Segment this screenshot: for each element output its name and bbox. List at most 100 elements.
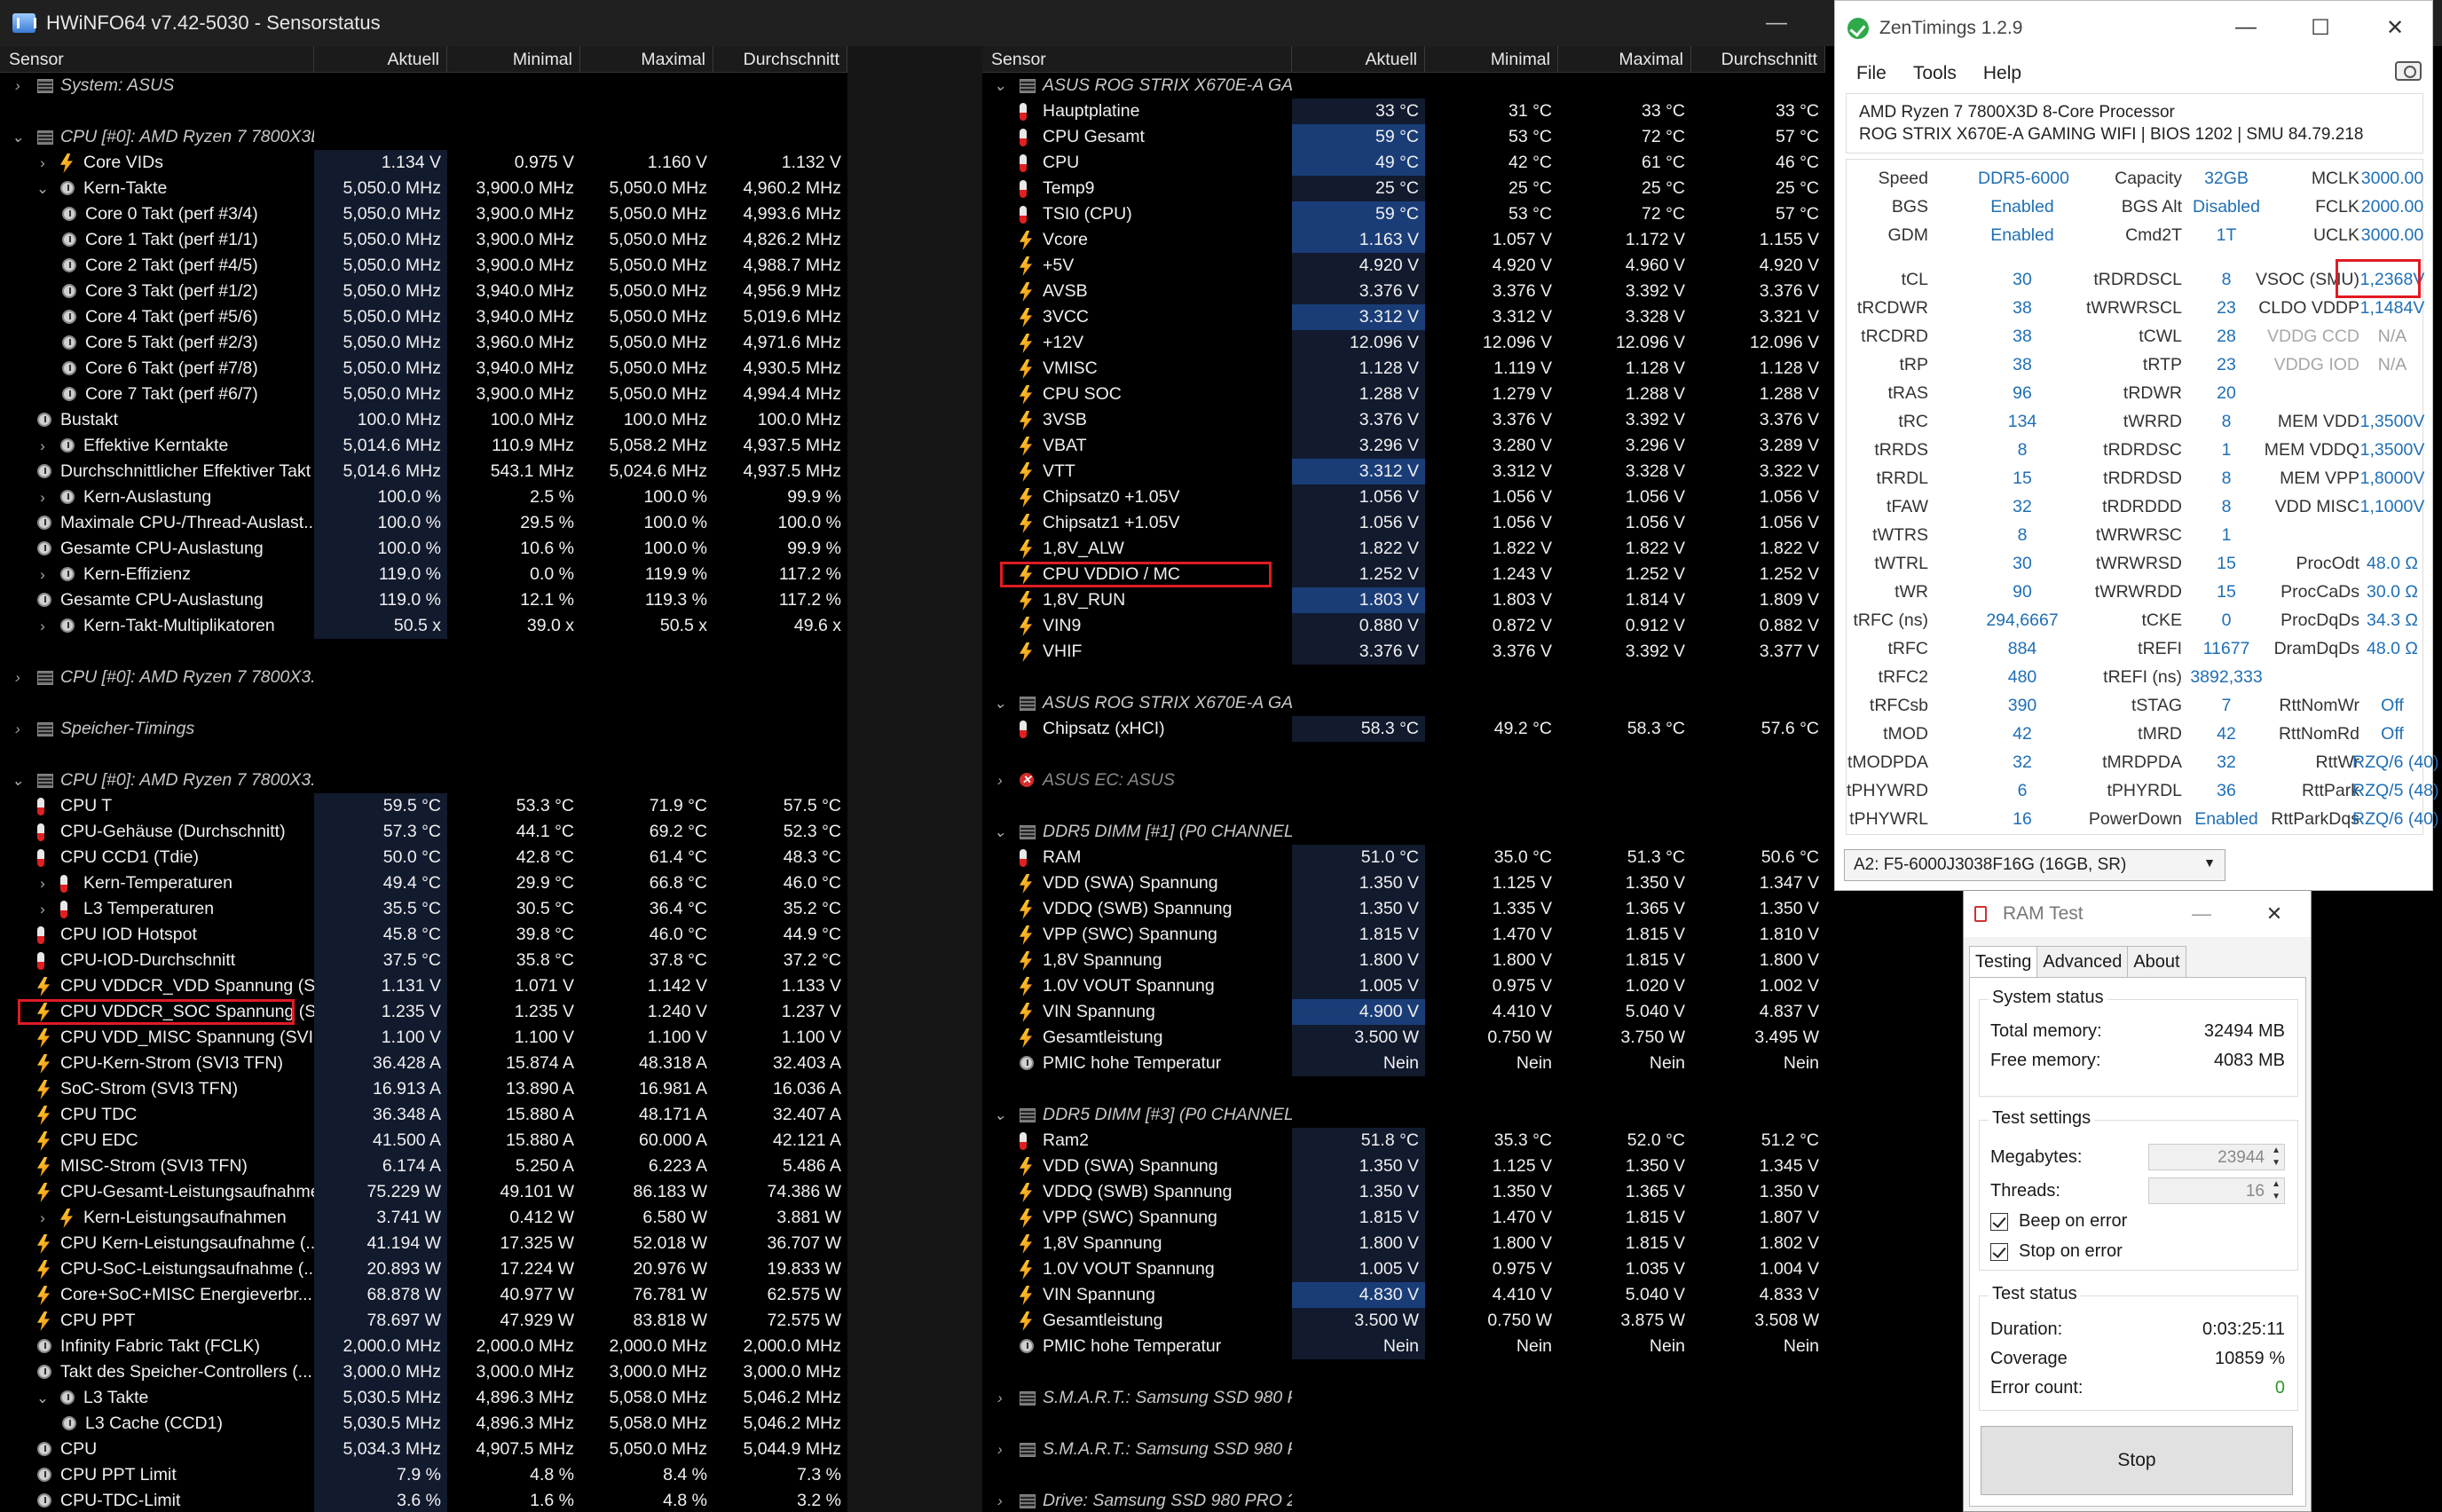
sensor-row[interactable]: CPU VDD_MISC Spannung (SVI... 1.100 V 1.10… — [0, 1025, 847, 1051]
sensor-row[interactable]: › L3 Temperaturen 35.5 °C 30.5 °C 36.4 °C 35.… — [0, 896, 847, 922]
sensor-row[interactable]: › Kern-Leistungsaufnahmen 3.741 W 0.412 W 6.… — [0, 1205, 847, 1231]
sensor-row[interactable]: Gesamtleistung 3.500 W 0.750 W 3.875 W 3.508… — [982, 1308, 1825, 1334]
sensor-row[interactable]: VDDQ (SWB) Spannung 1.350 V 1.335 V 1.365 V… — [982, 896, 1825, 922]
sensor-group[interactable]: ⌄ CPU [#0]: AMD Ryzen 7 7800X3D — [0, 124, 847, 150]
minimize-icon[interactable]: — — [1766, 11, 1787, 35]
zentimings-titlebar[interactable]: ZenTimings 1.2.9 — ☐ ✕ — [1835, 1, 2432, 56]
expand-chevron-icon[interactable]: › — [34, 1205, 51, 1231]
sensor-row[interactable]: VPP (SWC) Spannung 1.815 V 1.470 V 1.815 V 1… — [982, 922, 1825, 948]
sensor-row[interactable]: VMISC 1.128 V 1.119 V 1.128 V 1.128 V — [982, 356, 1825, 382]
minimize-icon[interactable]: — — [2165, 891, 2238, 937]
sensor-row[interactable]: 1,8V_RUN 1.803 V 1.803 V 1.814 V 1.809 V — [982, 587, 1825, 613]
sensor-row[interactable]: Core 2 Takt (perf #4/5) 5,050.0 MHz 3,900.… — [0, 253, 847, 279]
sensor-group[interactable]: ⌄ CPU [#0]: AMD Ryzen 7 7800X3... — [0, 768, 847, 793]
sensor-row[interactable]: CPU 5,034.3 MHz 4,907.5 MHz 5,050.0 MHz 5,04… — [0, 1437, 847, 1462]
sensor-row[interactable]: › Core VIDs 1.134 V 0.975 V 1.160 V 1.132 V — [0, 150, 847, 176]
tab-testing[interactable]: Testing — [1969, 946, 2038, 978]
column-header-0[interactable]: Sensor — [0, 46, 314, 72]
column-header-left[interactable]: Sensor Aktuell Minimal Maximal Durchschnitt — [0, 46, 847, 73]
sensor-row[interactable]: VDD (SWA) Spannung 1.350 V 1.125 V 1.350 V 1… — [982, 1154, 1825, 1179]
column-header-4[interactable]: Durchschnitt — [713, 46, 847, 72]
collapse-chevron-icon[interactable]: ⌄ — [9, 124, 27, 150]
expand-chevron-icon[interactable]: › — [34, 484, 51, 510]
column-header-1[interactable]: Aktuell — [1292, 46, 1425, 72]
menu-tools[interactable]: Tools — [1913, 63, 1957, 84]
sensor-row[interactable]: PMIC hohe Temperatur Nein Nein Nein Nein — [982, 1051, 1825, 1076]
sensor-row[interactable]: VPP (SWC) Spannung 1.815 V 1.470 V 1.815 V 1… — [982, 1205, 1825, 1231]
column-header-3[interactable]: Maximal — [1558, 46, 1691, 72]
expand-chevron-icon[interactable]: › — [34, 870, 51, 896]
expand-chevron-icon[interactable]: › — [991, 1488, 1009, 1512]
sensor-row[interactable]: CPU EDC 41.500 A 15.880 A 60.000 A 42.121 A — [0, 1128, 847, 1154]
sensor-row[interactable]: Core 6 Takt (perf #7/8) 5,050.0 MHz 3,940.… — [0, 356, 847, 382]
sensor-row[interactable]: CPU CCD1 (Tdie) 50.0 °C 42.8 °C 61.4 °C 48.3… — [0, 845, 847, 870]
ramtest-titlebar[interactable]: RAM Test — ✕ — [1964, 891, 2311, 937]
column-header-4[interactable]: Durchschnitt — [1691, 46, 1825, 72]
collapse-chevron-icon[interactable]: ⌄ — [34, 1385, 51, 1411]
stop-on-error-checkbox[interactable] — [1990, 1243, 2008, 1261]
sensor-row[interactable]: SoC-Strom (SVI3 TFN) 16.913 A 13.890 A 16.9… — [0, 1076, 847, 1102]
sensor-row[interactable]: +12V 12.096 V 12.096 V 12.096 V 12.096 V — [982, 330, 1825, 356]
close-icon[interactable]: ✕ — [2358, 1, 2432, 54]
sensor-row[interactable]: Bustakt 100.0 MHz 100.0 MHz 100.0 MHz 100.0 … — [0, 407, 847, 433]
sensor-row[interactable]: 1,8V_ALW 1.822 V 1.822 V 1.822 V 1.822 V — [982, 536, 1825, 562]
sensor-group[interactable]: ⌄ ASUS ROG STRIX X670E-A GAMI... — [982, 73, 1825, 98]
sensor-row[interactable]: CPU-IOD-Durchschnitt 37.5 °C 35.8 °C 37.8 °… — [0, 948, 847, 973]
expand-chevron-icon[interactable]: › — [991, 1385, 1009, 1411]
sensor-group[interactable]: › ✕ ASUS EC: ASUS — [982, 768, 1825, 793]
sensor-row[interactable]: CPU VDDCR_VDD Spannung (S... 1.131 V 1.071… — [0, 973, 847, 999]
column-header-right[interactable]: Sensor Aktuell Minimal Maximal Durchschnitt — [982, 46, 1825, 73]
sensor-row[interactable]: L3 Cache (CCD1) 5,030.5 MHz 4,896.3 MHz 5,0… — [0, 1411, 847, 1437]
sensor-row[interactable]: › Effektive Kerntakte 5,014.6 MHz 110.9 MHz… — [0, 433, 847, 459]
sensor-row[interactable]: Core 3 Takt (perf #1/2) 5,050.0 MHz 3,940.… — [0, 279, 847, 304]
sensor-row[interactable]: VIN Spannung 4.830 V 4.410 V 5.040 V 4.833 V — [982, 1282, 1825, 1308]
sensor-row[interactable]: Infinity Fabric Takt (FCLK) 2,000.0 MHz 2,… — [0, 1334, 847, 1359]
sensor-row[interactable]: CPU T 59.5 °C 53.3 °C 71.9 °C 57.5 °C — [0, 793, 847, 819]
column-header-0[interactable]: Sensor — [982, 46, 1292, 72]
sensor-row[interactable]: › Kern-Temperaturen 49.4 °C 29.9 °C 66.8 °C 4… — [0, 870, 847, 896]
sensor-row[interactable]: CPU TDC 36.348 A 15.880 A 48.171 A 32.407 A — [0, 1102, 847, 1128]
expand-chevron-icon[interactable]: › — [9, 665, 27, 690]
sensor-row[interactable]: 3VSB 3.376 V 3.376 V 3.392 V 3.376 V — [982, 407, 1825, 433]
sensor-row[interactable]: AVSB 3.376 V 3.376 V 3.392 V 3.376 V — [982, 279, 1825, 304]
sensor-row[interactable]: Core+SoC+MISC Energieverbr... 68.878 W 40.… — [0, 1282, 847, 1308]
sensor-row[interactable]: VDD (SWA) Spannung 1.350 V 1.125 V 1.350 V 1… — [982, 870, 1825, 896]
expand-chevron-icon[interactable]: › — [34, 562, 51, 587]
sensor-group[interactable]: ⌄ ASUS ROG STRIX X670E-A GAMI... — [982, 690, 1825, 716]
menu-help[interactable]: Help — [1983, 63, 2021, 84]
sensor-row[interactable]: Chipsatz0 +1.05V 1.056 V 1.056 V 1.056 V 1.0… — [982, 484, 1825, 510]
sensor-row[interactable]: ⌄ Kern-Takte 5,050.0 MHz 3,900.0 MHz 5,050.0… — [0, 176, 847, 201]
expand-chevron-icon[interactable]: › — [9, 716, 27, 742]
expand-chevron-icon[interactable]: › — [9, 73, 27, 98]
sensor-row[interactable]: CPU VDDCR_SOC Spannung (S... 1.235 V 1.235… — [0, 999, 847, 1025]
minimize-icon[interactable]: — — [2209, 1, 2283, 54]
dimm-select[interactable]: A2: F5-6000J3038F16G (16GB, SR) ▼ — [1844, 849, 2225, 881]
sensor-row[interactable]: VDDQ (SWB) Spannung 1.350 V 1.350 V 1.365 V… — [982, 1179, 1825, 1205]
sensor-row[interactable]: VTT 3.312 V 3.312 V 3.328 V 3.322 V — [982, 459, 1825, 484]
beep-on-error-checkbox[interactable] — [1990, 1213, 2008, 1231]
sensor-group[interactable]: › CPU [#0]: AMD Ryzen 7 7800X3... — [0, 665, 847, 690]
collapse-chevron-icon[interactable]: ⌄ — [9, 768, 27, 793]
sensor-row[interactable]: Core 0 Takt (perf #3/4) 5,050.0 MHz 3,900.… — [0, 201, 847, 227]
sensor-row[interactable]: TSI0 (CPU) 59 °C 53 °C 72 °C 57 °C — [982, 201, 1825, 227]
sensor-row[interactable]: 1.0V VOUT Spannung 1.005 V 0.975 V 1.035 V 1… — [982, 1256, 1825, 1282]
sensor-group[interactable]: › S.M.A.R.T.: Samsung SSD 980 PR... — [982, 1385, 1825, 1411]
sensor-row[interactable]: Vcore 1.163 V 1.057 V 1.172 V 1.155 V — [982, 227, 1825, 253]
sensor-row[interactable]: VHIF 3.376 V 3.376 V 3.392 V 3.377 V — [982, 639, 1825, 665]
stop-button[interactable]: Stop — [1981, 1426, 2293, 1495]
tab-advanced[interactable]: Advanced — [2036, 946, 2129, 978]
sensor-group[interactable]: ⌄ DDR5 DIMM [#3] (P0 CHANNEL ... — [982, 1102, 1825, 1128]
collapse-chevron-icon[interactable]: ⌄ — [991, 819, 1009, 845]
sensor-row[interactable]: CPU Gesamt 59 °C 53 °C 72 °C 57 °C — [982, 124, 1825, 150]
sensor-group[interactable]: › S.M.A.R.T.: Samsung SSD 980 PR... — [982, 1437, 1825, 1462]
sensor-row[interactable]: 1,8V Spannung 1.800 V 1.800 V 1.815 V 1.802 … — [982, 1231, 1825, 1256]
sensor-row[interactable]: Core 1 Takt (perf #1/1) 5,050.0 MHz 3,900.… — [0, 227, 847, 253]
sensor-row[interactable]: Gesamte CPU-Auslastung 119.0 % 12.1 % 119.3… — [0, 587, 847, 613]
maximize-icon[interactable]: ☐ — [2283, 1, 2358, 54]
spinner-icon[interactable]: ▲ ▼ — [2272, 1145, 2281, 1169]
menu-file[interactable]: File — [1856, 63, 1887, 84]
sensor-row[interactable]: › Kern-Takt-Multiplikatoren 50.5 x 39.0 x 50… — [0, 613, 847, 639]
sensor-row[interactable]: CPU VDDIO / MC 1.252 V 1.243 V 1.252 V 1.252… — [982, 562, 1825, 587]
sensor-row[interactable]: CPU Kern-Leistungsaufnahme (... 41.194 W 1… — [0, 1231, 847, 1256]
sensor-row[interactable]: ⌄ L3 Takte 5,030.5 MHz 4,896.3 MHz 5,058.0 M… — [0, 1385, 847, 1411]
